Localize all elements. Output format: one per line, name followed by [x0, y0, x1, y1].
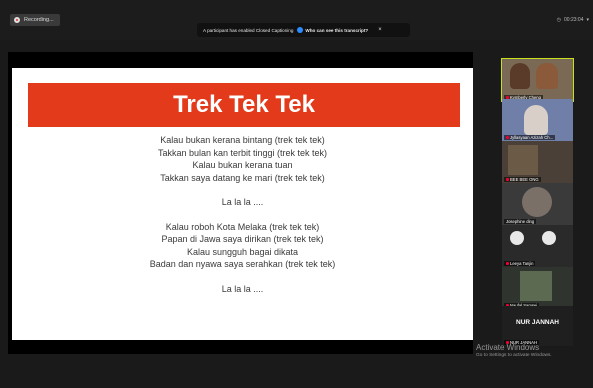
participant-tile[interactable]: Naufal Samsei [502, 267, 573, 309]
lyric-line: Takkan bulan kan terbit tinggi (trek tek… [157, 147, 328, 158]
lyric-line: Kalau bukan kerana tuan [192, 160, 293, 170]
transcript-link-label: Who can see this transcript? [305, 27, 369, 33]
info-icon [297, 27, 304, 33]
lyric-line: Kalau bukan kerana bintang (trek tek tek… [160, 135, 325, 145]
participant-video [520, 271, 552, 301]
activate-windows-watermark: Activate Windows Go to Settings to activ… [476, 343, 552, 358]
participant-video [508, 145, 538, 175]
top-bar: Recording... A participant has enabled C… [0, 0, 593, 40]
close-banner-button[interactable]: × [378, 27, 382, 33]
participant-video [524, 105, 548, 135]
participant-avatar-label: NUR JANNAH [516, 319, 559, 326]
lyric-line: Kalau roboh Kota Melaka (trek tek tek) [165, 221, 320, 232]
participant-name: Leeya Tanjin [504, 261, 536, 266]
mic-muted-icon [506, 178, 509, 181]
meeting-timer: ◷ 00:23:04 ▾ [557, 17, 589, 23]
lyric-line: Papan di Jawa saya dirikan (trek tek tek… [161, 234, 324, 244]
watermark-title: Activate Windows [476, 343, 540, 352]
participant-name: BEE BEE ONG [504, 177, 541, 182]
closed-caption-banner: A participant has enabled Closed Caption… [197, 23, 410, 37]
timer-value: 00:23:04 [564, 17, 584, 23]
recording-icon [14, 17, 20, 23]
participant-tile[interactable]: Josephine ding [502, 183, 573, 225]
shield-icon: ◷ [556, 17, 562, 23]
lyric-chorus: La la la .... [221, 197, 264, 207]
slide: Trek Tek Tek Kalau bukan kerana bintang … [12, 68, 473, 340]
lyric-chorus: La la la .... [221, 283, 264, 294]
slide-title-band: Trek Tek Tek [28, 83, 460, 127]
participant-video [510, 63, 530, 89]
participant-tile[interactable]: NUR JANNAH NUR JANNAH [502, 306, 573, 346]
recording-indicator[interactable]: Recording... [10, 14, 60, 26]
participant-tile[interactable]: Kymberly Cheng [501, 58, 574, 102]
mic-muted-icon [506, 136, 509, 139]
mic-muted-icon [506, 262, 509, 265]
recording-label: Recording... [24, 17, 54, 23]
slide-title: Trek Tek Tek [173, 91, 315, 118]
participant-tile[interactable]: Leeya Tanjin [502, 225, 573, 267]
participant-video [542, 231, 556, 245]
lyrics: Kalau bukan kerana bintang (trek tek tek… [12, 134, 473, 295]
participant-tile[interactable]: BEE BEE ONG [502, 141, 573, 183]
lyric-line: Badan dan nyawa saya serahkan (trek tek … [149, 259, 336, 269]
banner-message: A participant has enabled Closed Caption… [203, 27, 294, 33]
lyric-line: Kalau sungguh bagai dikata [186, 246, 299, 257]
chevron-down-icon[interactable]: ▾ [586, 17, 589, 23]
participant-name: Josephine ding [504, 219, 537, 224]
participant-video [536, 63, 558, 89]
participant-tile[interactable]: Jyllasyaan Azizah Ch... [502, 99, 573, 141]
lyric-line: Takkan saya datang ke mari (trek tek tek… [160, 172, 325, 183]
participant-video [522, 187, 552, 217]
participant-video [510, 231, 524, 245]
watermark-subtitle: Go to Settings to activate Windows. [476, 353, 552, 358]
participant-name: Jyllasyaan Azizah Ch... [504, 135, 556, 140]
transcript-link[interactable]: Who can see this transcript? [297, 27, 368, 33]
